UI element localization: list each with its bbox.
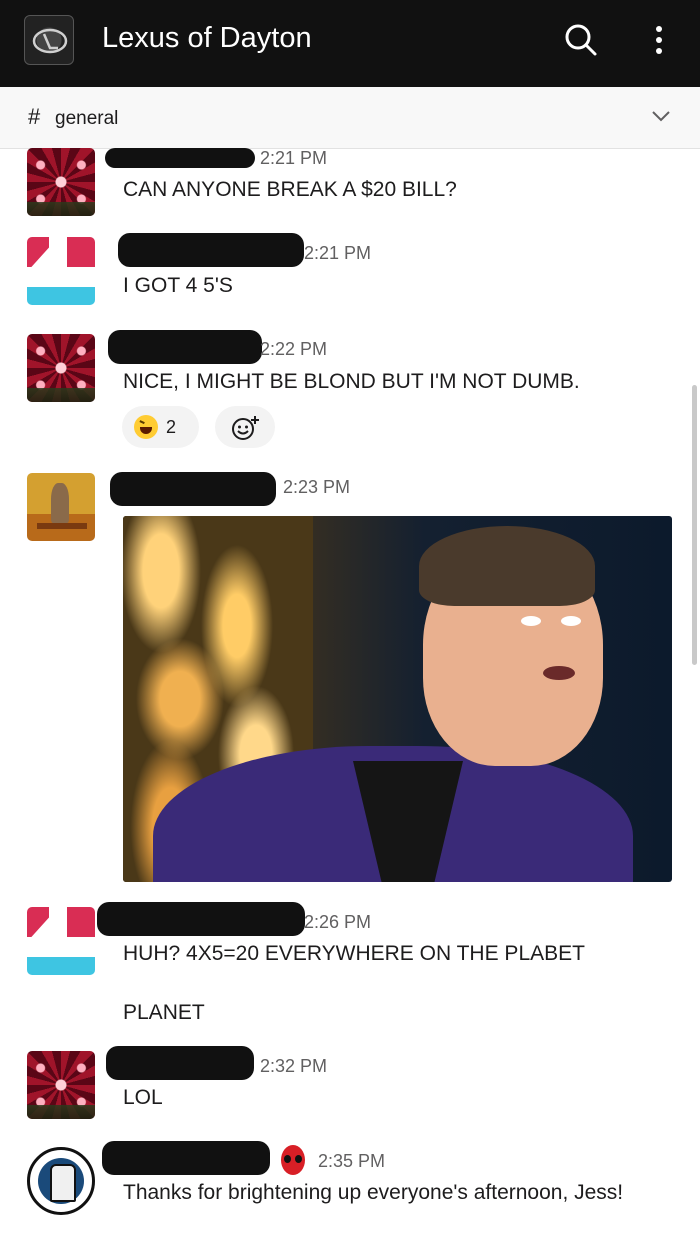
message-text: Thanks for brightening up everyone's aft…	[123, 1181, 624, 1204]
timestamp[interactable]: 2:22 PM	[260, 339, 327, 360]
timestamp[interactable]: 2:35 PM	[318, 1151, 385, 1172]
message-text: HUH? 4X5=20 EVERYWHERE ON THE PLABET	[123, 942, 585, 965]
channel-header[interactable]: # general	[0, 87, 700, 149]
chevron-down-icon[interactable]	[651, 109, 671, 128]
timestamp[interactable]: 2:23 PM	[283, 477, 350, 498]
add-reaction-button[interactable]	[215, 406, 275, 448]
deadpool-icon	[281, 1145, 305, 1175]
search-icon[interactable]	[561, 20, 601, 60]
painting-avatar[interactable]	[27, 473, 95, 541]
message[interactable]: 2:35 PM Thanks for brightening up everyo…	[0, 1137, 700, 1227]
kaleidoscope-avatar[interactable]	[27, 334, 95, 402]
app-bar: Lexus of Dayton	[0, 0, 700, 87]
message-text: NICE, I MIGHT BE BLOND BUT I'M NOT DUMB.	[123, 370, 580, 393]
message-text: LOL	[123, 1086, 163, 1109]
redacted-username	[97, 902, 305, 936]
add-reaction-icon	[232, 416, 259, 440]
message[interactable]: 2:21 PM CAN ANYONE BREAK A $20 BILL?	[0, 148, 700, 223]
red-blue-logo-avatar[interactable]	[27, 237, 95, 305]
workspace-logo-icon[interactable]	[24, 15, 74, 65]
timestamp[interactable]: 2:26 PM	[304, 912, 371, 933]
redacted-username	[118, 233, 304, 267]
comedian-photo[interactable]	[123, 516, 672, 882]
scrollbar[interactable]	[692, 385, 697, 665]
reaction-laughing[interactable]: 2	[122, 406, 199, 448]
message-text: I GOT 4 5'S	[123, 274, 233, 297]
redacted-username	[108, 330, 262, 364]
channel-hash-icon: #	[28, 104, 41, 129]
timestamp[interactable]: 2:21 PM	[304, 243, 371, 264]
channel-name[interactable]: general	[55, 108, 118, 130]
kaleidoscope-avatar[interactable]	[27, 148, 95, 216]
timestamp[interactable]: 2:32 PM	[260, 1056, 327, 1077]
round-badge-avatar[interactable]	[27, 1147, 95, 1215]
reaction-count: 2	[166, 417, 177, 437]
more-vertical-icon[interactable]	[645, 20, 673, 60]
kaleidoscope-avatar[interactable]	[27, 1051, 95, 1119]
red-blue-logo-avatar[interactable]	[27, 907, 95, 975]
message[interactable]: 2:22 PM NICE, I MIGHT BE BLOND BUT I'M N…	[0, 326, 700, 456]
timestamp[interactable]: 2:21 PM	[260, 148, 327, 169]
laughing-emoji-icon	[134, 415, 158, 439]
message[interactable]: 2:26 PM HUH? 4X5=20 EVERYWHERE ON THE PL…	[0, 898, 700, 1028]
workspace-title[interactable]: Lexus of Dayton	[102, 22, 312, 55]
redacted-username	[110, 472, 276, 506]
redacted-username	[106, 1046, 254, 1080]
message-text: PLANET	[123, 1001, 205, 1024]
message-text: CAN ANYONE BREAK A $20 BILL?	[123, 178, 457, 201]
message[interactable]: 2:21 PM I GOT 4 5'S	[0, 231, 700, 311]
message[interactable]: 2:32 PM LOL	[0, 1042, 700, 1122]
redacted-username	[105, 148, 255, 168]
redacted-username	[102, 1141, 270, 1175]
